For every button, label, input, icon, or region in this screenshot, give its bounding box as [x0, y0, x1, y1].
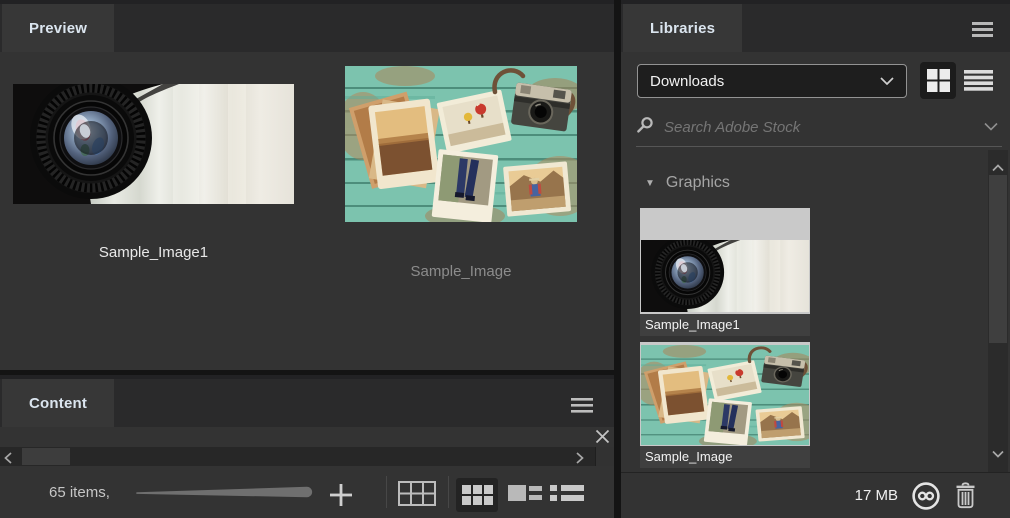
library-asset-collage[interactable]: Sample_Image — [640, 342, 810, 468]
libraries-panel: Libraries Downloads Search Adobe Stock ▼… — [621, 0, 1010, 518]
tab-content[interactable]: Content — [2, 379, 115, 427]
asset-thumbnail — [640, 342, 810, 446]
scrollbar-corner — [595, 447, 614, 466]
collage-photo-image — [345, 66, 577, 222]
search-icon — [636, 116, 654, 139]
thumbnail-view-icon — [461, 485, 493, 505]
details-view-icon[interactable] — [508, 483, 542, 508]
search-bar — [636, 112, 998, 142]
horizontal-scrollbar[interactable] — [0, 447, 614, 466]
preview-image-collage-label: Sample_Image — [410, 263, 512, 280]
preview-tabbar: Preview — [0, 0, 614, 52]
separator — [448, 476, 449, 508]
storage-used-label: 17 MB — [854, 487, 898, 504]
preview-image-lens[interactable] — [13, 84, 294, 204]
library-select[interactable]: Downloads — [637, 64, 907, 98]
library-select-value: Downloads — [650, 72, 725, 90]
close-icon[interactable] — [595, 429, 610, 449]
list-view-icon[interactable] — [550, 483, 584, 508]
library-assets-area: ▼ Graphics Sample_Image1 Sample_Image — [621, 150, 988, 472]
search-underline — [636, 146, 1002, 147]
asset-label: Sample_Image — [640, 446, 810, 468]
asset-label: Sample_Image1 — [640, 314, 810, 336]
graphics-section-label: Graphics — [665, 174, 730, 191]
tab-libraries[interactable]: Libraries — [623, 4, 743, 52]
library-grid-view-button[interactable] — [920, 62, 956, 99]
library-list-view-icon[interactable] — [964, 70, 993, 96]
tab-preview[interactable]: Preview — [2, 4, 115, 52]
search-input[interactable] — [664, 118, 984, 136]
lens-photo-thumbnail — [641, 240, 809, 312]
preview-image-lens-label: Sample_Image1 — [98, 244, 209, 261]
libraries-bottombar: 17 MB — [621, 472, 1010, 518]
adobe-workspace: Preview Sample_Image1 Sample_Image Conte… — [0, 0, 1010, 518]
preview-tab-label: Preview — [29, 19, 88, 37]
scroll-down-icon[interactable] — [992, 445, 1004, 463]
trash-icon[interactable] — [954, 482, 977, 509]
preview-canvas: Sample_Image1 Sample_Image — [0, 52, 614, 370]
asset-thumbnail — [640, 208, 810, 314]
preview-image-collage[interactable] — [345, 66, 577, 222]
libraries-panel-menu-icon[interactable] — [972, 22, 993, 42]
content-panel-menu-icon[interactable] — [571, 398, 593, 418]
separator — [386, 476, 387, 508]
vertical-scrollbar-thumb[interactable] — [989, 175, 1007, 343]
collage-photo-thumbnail — [641, 345, 809, 445]
thumbnail-view-button[interactable] — [456, 478, 498, 512]
plus-icon[interactable] — [328, 482, 354, 513]
libraries-tabbar: Libraries — [621, 0, 1010, 52]
vertical-scrollbar[interactable] — [988, 150, 1008, 472]
library-asset-lens[interactable]: Sample_Image1 — [640, 208, 810, 336]
libraries-tab-label: Libraries — [650, 19, 716, 37]
graphics-section-header[interactable]: ▼ Graphics — [645, 174, 730, 192]
horizontal-scrollbar-thumb[interactable] — [22, 448, 70, 465]
content-tab-label: Content — [29, 394, 88, 412]
preview-panel: Preview Sample_Image1 Sample_Image — [0, 0, 614, 370]
grid-view-icon[interactable] — [398, 481, 436, 511]
collapse-triangle-icon: ▼ — [645, 177, 655, 189]
lens-photo-image — [13, 84, 294, 204]
content-panel: Content 65 items, — [0, 375, 614, 518]
thumbnail-size-slider[interactable] — [135, 484, 315, 505]
creative-cloud-sync-icon[interactable] — [911, 481, 941, 511]
search-options-chevron-icon[interactable] — [984, 118, 998, 136]
chevron-down-icon — [880, 72, 894, 90]
grid-view-icon — [926, 69, 950, 92]
content-statusbar: 65 items, — [0, 466, 614, 518]
items-count-label: 65 items, — [49, 483, 110, 501]
content-tabbar: Content — [0, 375, 614, 427]
